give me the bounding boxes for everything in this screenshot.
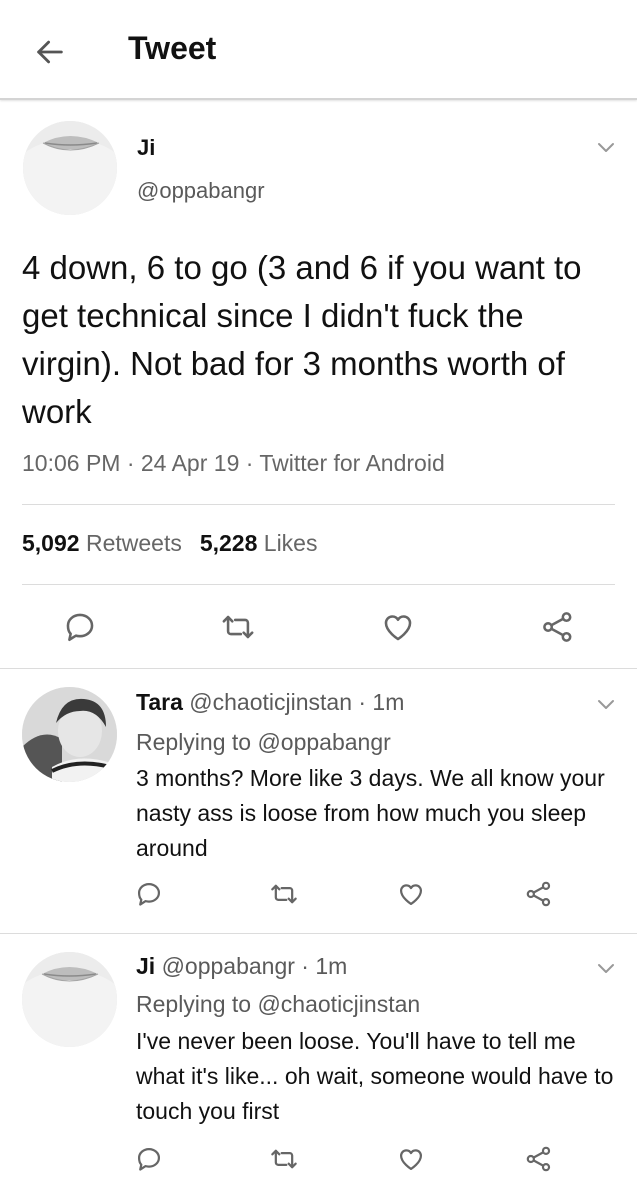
reply-button[interactable] bbox=[133, 1143, 165, 1175]
reply-author-name[interactable]: Tara bbox=[136, 689, 183, 715]
tweet-stats: 5,092 Retweets 5,228 Likes bbox=[22, 530, 317, 557]
reply-text: 3 months? More like 3 days. We all know … bbox=[136, 765, 605, 861]
retweet-button[interactable] bbox=[216, 605, 260, 649]
top-bar: Tweet bbox=[0, 0, 637, 100]
like-icon bbox=[384, 615, 412, 641]
retweet-icon bbox=[271, 884, 297, 904]
reply-button[interactable] bbox=[58, 605, 102, 649]
divider bbox=[22, 504, 615, 505]
share-button[interactable] bbox=[523, 878, 555, 910]
retweet-icon bbox=[271, 1149, 297, 1169]
back-button[interactable] bbox=[30, 32, 70, 72]
reply-text: I've never been loose. You'll have to te… bbox=[136, 1028, 614, 1124]
share-icon bbox=[543, 612, 572, 642]
avatar[interactable] bbox=[23, 121, 117, 215]
likes-count: 5,228 bbox=[199, 530, 258, 556]
reply-header: Tara @chaoticjinstan · 1m bbox=[136, 689, 404, 716]
reply-button[interactable] bbox=[133, 878, 165, 910]
retweets-count: 5,092 bbox=[22, 530, 80, 556]
reply-author-name[interactable]: Ji bbox=[136, 953, 155, 979]
likes-label: Likes bbox=[263, 530, 318, 556]
avatar[interactable] bbox=[22, 687, 117, 782]
divider bbox=[22, 584, 615, 585]
like-button[interactable] bbox=[376, 605, 420, 649]
reply-icon bbox=[137, 1147, 161, 1171]
like-icon bbox=[399, 884, 423, 906]
replying-to[interactable]: Replying to @chaoticjinstan bbox=[136, 991, 420, 1018]
chevron-down-icon[interactable] bbox=[594, 135, 618, 159]
like-button[interactable] bbox=[395, 1143, 427, 1175]
likes-stat[interactable]: 5,228 Likes bbox=[200, 530, 318, 556]
author-name[interactable]: Ji bbox=[137, 135, 155, 161]
reply-handle-time[interactable]: @oppabangr · 1m bbox=[162, 953, 348, 979]
reply-icon bbox=[66, 613, 94, 642]
chevron-down-icon[interactable] bbox=[594, 956, 618, 980]
author-handle[interactable]: @oppabangr bbox=[137, 178, 265, 204]
divider bbox=[0, 933, 637, 934]
share-icon bbox=[526, 881, 551, 907]
divider bbox=[0, 668, 637, 669]
retweet-icon bbox=[222, 615, 254, 639]
share-button[interactable] bbox=[523, 1143, 555, 1175]
page-title: Tweet bbox=[128, 30, 217, 66]
tweet-text: 4 down, 6 to go (3 and 6 if you want to … bbox=[22, 249, 582, 430]
reply-header: Ji @oppabangr · 1m bbox=[136, 953, 347, 980]
replying-to[interactable]: Replying to @oppabangr bbox=[136, 729, 391, 756]
reply-handle-time[interactable]: @chaoticjinstan · 1m bbox=[189, 689, 404, 715]
retweet-button[interactable] bbox=[268, 878, 300, 910]
like-icon bbox=[399, 1149, 423, 1171]
share-button[interactable] bbox=[536, 605, 580, 649]
arrow-left-icon bbox=[37, 40, 63, 64]
reply-icon bbox=[137, 882, 161, 906]
retweet-button[interactable] bbox=[268, 1143, 300, 1175]
tweet-timestamp: 10:06 PM · 24 Apr 19 · Twitter for Andro… bbox=[22, 450, 445, 476]
avatar[interactable] bbox=[22, 952, 117, 1047]
chevron-down-icon[interactable] bbox=[594, 692, 618, 716]
retweets-stat[interactable]: 5,092 Retweets bbox=[22, 530, 182, 556]
share-icon bbox=[526, 1146, 551, 1172]
retweets-label: Retweets bbox=[85, 530, 182, 556]
like-button[interactable] bbox=[395, 878, 427, 910]
